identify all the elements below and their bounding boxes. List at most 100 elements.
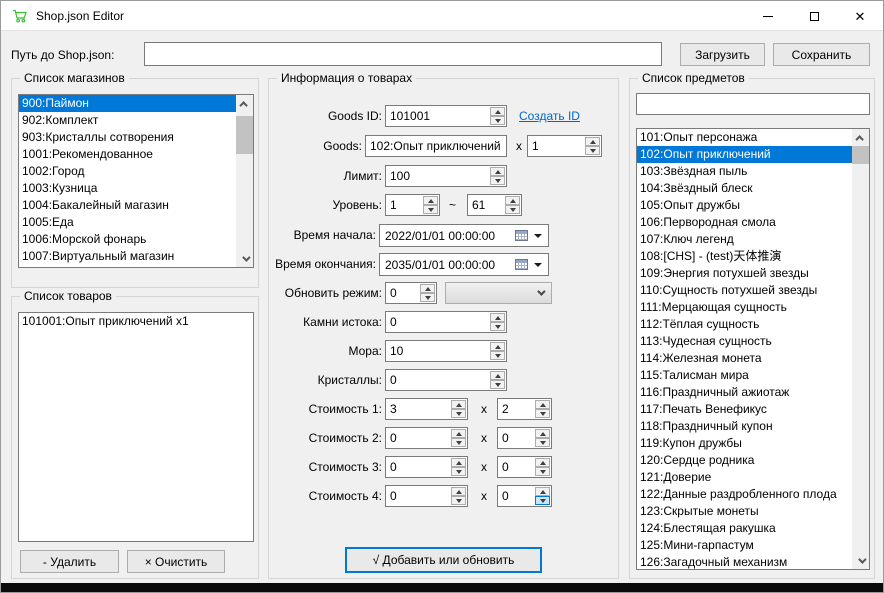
list-item[interactable]: 101001:Опыт приключений x1 bbox=[19, 313, 253, 330]
dropdown-arrow-icon[interactable] bbox=[534, 234, 542, 238]
list-item[interactable]: 112:Тёплая сущность bbox=[637, 316, 852, 333]
limit-spinner[interactable] bbox=[385, 165, 507, 187]
cost3-count-spinner[interactable] bbox=[497, 456, 552, 478]
cost1-id-spinner[interactable] bbox=[385, 398, 468, 420]
spin-down-button[interactable] bbox=[535, 467, 550, 476]
load-button[interactable]: Загрузить bbox=[680, 43, 765, 66]
catalog-scrollbar[interactable] bbox=[852, 129, 869, 569]
scroll-down-button[interactable] bbox=[852, 552, 869, 569]
spin-up-button[interactable] bbox=[585, 137, 600, 146]
list-item[interactable]: 1001:Рекомендованное bbox=[19, 146, 236, 163]
cost1-count-spinner[interactable] bbox=[497, 398, 552, 420]
primogem-spinner[interactable] bbox=[385, 311, 507, 333]
spin-down-button[interactable] bbox=[490, 176, 505, 185]
spin-up-button[interactable] bbox=[490, 371, 505, 380]
cost4-id-spinner[interactable] bbox=[385, 485, 468, 507]
spin-down-button[interactable] bbox=[535, 409, 550, 418]
save-button[interactable]: Сохранить bbox=[773, 43, 870, 66]
refresh-mode-combobox[interactable] bbox=[445, 282, 552, 304]
spin-up-button[interactable] bbox=[505, 196, 520, 205]
spin-up-button[interactable] bbox=[423, 196, 438, 205]
list-item[interactable]: 113:Чудесная сущность bbox=[637, 333, 852, 350]
cart-listbox[interactable]: 101001:Опыт приключений x1 bbox=[18, 312, 254, 542]
cost4-count-spinner[interactable] bbox=[497, 485, 552, 507]
level-max-input[interactable] bbox=[468, 195, 504, 215]
list-item[interactable]: 903:Кристаллы сотворения bbox=[19, 129, 236, 146]
spin-down-button[interactable] bbox=[451, 438, 466, 447]
maximize-button[interactable] bbox=[791, 1, 837, 31]
shops-scrollbar[interactable] bbox=[236, 95, 253, 267]
cost2-count-input[interactable] bbox=[498, 428, 534, 448]
spin-up-button[interactable] bbox=[535, 458, 550, 467]
list-item[interactable]: 103:Звёздная пыль bbox=[637, 163, 852, 180]
spin-up-button[interactable] bbox=[535, 400, 550, 409]
scroll-up-button[interactable] bbox=[852, 129, 869, 146]
catalog-listbox[interactable]: 101:Опыт персонажа102:Опыт приключений10… bbox=[636, 128, 870, 570]
spin-up-button[interactable] bbox=[490, 107, 505, 116]
refresh-mode-input[interactable] bbox=[386, 283, 419, 303]
end-time-picker[interactable]: 2035/01/01 00:00:00 bbox=[379, 253, 549, 276]
list-item[interactable]: 111:Мерцающая сущность bbox=[637, 299, 852, 316]
list-item[interactable]: 108:[CHS] - (test)天体推演 bbox=[637, 248, 852, 265]
dropdown-arrow-icon[interactable] bbox=[534, 263, 542, 267]
minimize-button[interactable] bbox=[745, 1, 791, 31]
spin-up-button[interactable] bbox=[420, 284, 435, 293]
close-button[interactable]: ✕ bbox=[837, 1, 883, 31]
list-item[interactable]: 900:Паймон bbox=[19, 95, 236, 112]
spin-up-button[interactable] bbox=[490, 167, 505, 176]
add-or-update-button[interactable]: √ Добавить или обновить bbox=[345, 547, 542, 573]
list-item[interactable]: 1003:Кузница bbox=[19, 180, 236, 197]
list-item[interactable]: 110:Сущность потухшей звезды bbox=[637, 282, 852, 299]
spin-up-button[interactable] bbox=[490, 342, 505, 351]
limit-input[interactable] bbox=[386, 166, 489, 186]
list-item[interactable]: 124:Блестящая ракушка bbox=[637, 520, 852, 537]
spin-up-button[interactable] bbox=[535, 487, 550, 496]
level-min-spinner[interactable] bbox=[385, 194, 440, 216]
list-item[interactable]: 104:Звёздный блеск bbox=[637, 180, 852, 197]
spin-down-button[interactable] bbox=[490, 116, 505, 125]
scroll-up-button[interactable] bbox=[236, 95, 253, 112]
shops-listbox[interactable]: 900:Паймон902:Комплект903:Кристаллы сотв… bbox=[18, 94, 254, 268]
spin-up-button[interactable] bbox=[451, 429, 466, 438]
list-item[interactable]: 119:Купон дружбы bbox=[637, 435, 852, 452]
cost3-id-spinner[interactable] bbox=[385, 456, 468, 478]
cost2-id-input[interactable] bbox=[386, 428, 450, 448]
scroll-thumb[interactable] bbox=[852, 146, 869, 164]
goods-id-spinner[interactable] bbox=[385, 105, 507, 127]
spin-down-button[interactable] bbox=[535, 496, 550, 505]
begin-time-picker[interactable]: 2022/01/01 00:00:00 bbox=[379, 224, 549, 247]
spin-down-button[interactable] bbox=[490, 351, 505, 360]
list-item[interactable]: 107:Ключ легенд bbox=[637, 231, 852, 248]
list-item[interactable]: 120:Сердце родника bbox=[637, 452, 852, 469]
spin-down-button[interactable] bbox=[585, 146, 600, 155]
list-item[interactable]: 115:Талисман мира bbox=[637, 367, 852, 384]
spin-down-button[interactable] bbox=[535, 438, 550, 447]
cost3-count-input[interactable] bbox=[498, 457, 534, 477]
path-input[interactable] bbox=[144, 42, 662, 66]
list-item[interactable]: 109:Энергия потухшей звезды bbox=[637, 265, 852, 282]
spin-down-button[interactable] bbox=[451, 467, 466, 476]
list-item[interactable]: 1005:Еда bbox=[19, 214, 236, 231]
list-item[interactable]: 1004:Бакалейный магазин bbox=[19, 197, 236, 214]
list-item[interactable]: 1006:Морской фонарь bbox=[19, 231, 236, 248]
spin-down-button[interactable] bbox=[490, 380, 505, 389]
crystal-input[interactable] bbox=[386, 370, 489, 390]
list-item[interactable]: 101:Опыт персонажа bbox=[637, 129, 852, 146]
list-item[interactable]: 122:Данные раздробленного плода bbox=[637, 486, 852, 503]
spin-up-button[interactable] bbox=[451, 458, 466, 467]
list-item[interactable]: 118:Праздничный купон bbox=[637, 418, 852, 435]
list-item[interactable]: 116:Праздничный ажиотаж bbox=[637, 384, 852, 401]
crystal-spinner[interactable] bbox=[385, 369, 507, 391]
list-item[interactable]: 123:Скрытые монеты bbox=[637, 503, 852, 520]
cost4-count-input[interactable] bbox=[498, 486, 534, 506]
mora-spinner[interactable] bbox=[385, 340, 507, 362]
spin-down-button[interactable] bbox=[505, 205, 520, 214]
list-item[interactable]: 121:Доверие bbox=[637, 469, 852, 486]
scroll-down-button[interactable] bbox=[236, 250, 253, 267]
spin-up-button[interactable] bbox=[535, 429, 550, 438]
list-item[interactable]: 902:Комплект bbox=[19, 112, 236, 129]
list-item[interactable]: 1002:Город bbox=[19, 163, 236, 180]
delete-button[interactable]: - Удалить bbox=[20, 550, 119, 573]
cost1-id-input[interactable] bbox=[386, 399, 450, 419]
create-id-link[interactable]: Создать ID bbox=[519, 109, 580, 123]
